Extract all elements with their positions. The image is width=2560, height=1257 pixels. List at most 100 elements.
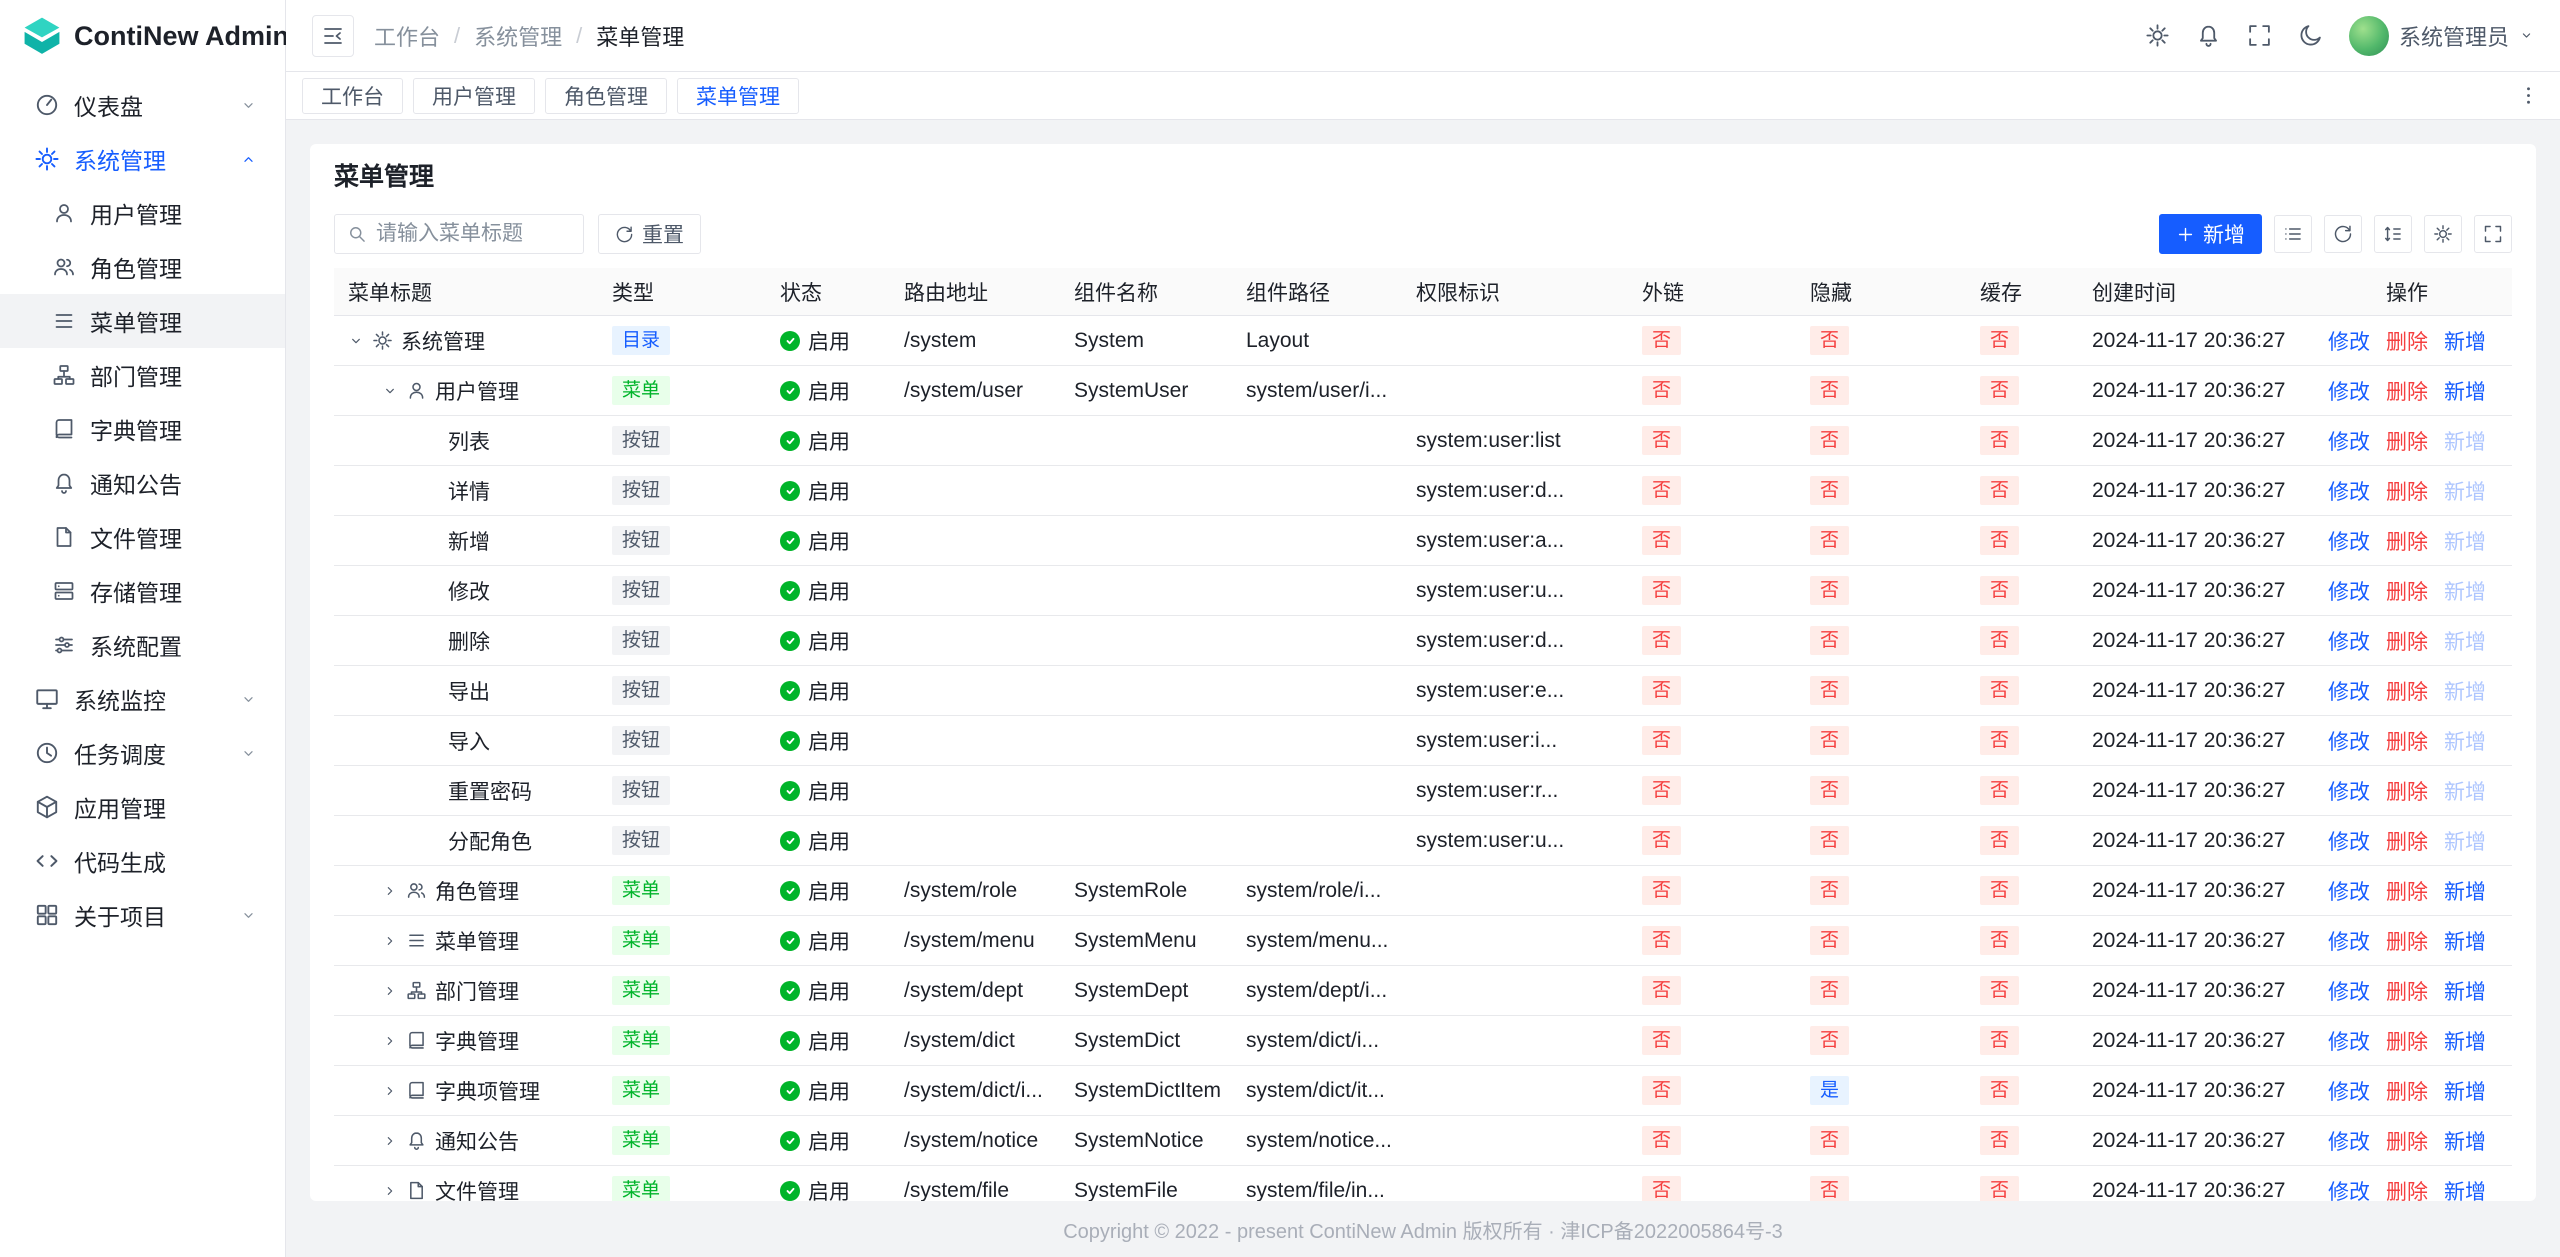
delete-action[interactable]: 删除	[2386, 576, 2428, 606]
search-input[interactable]	[376, 222, 571, 246]
add-action[interactable]: 新增	[2444, 576, 2486, 606]
delete-action[interactable]: 删除	[2386, 1176, 2428, 1202]
theme-settings-button[interactable]	[2145, 23, 2170, 48]
edit-action[interactable]: 修改	[2328, 1176, 2370, 1202]
logo[interactable]: ContiNew Admin	[0, 0, 285, 72]
add-action[interactable]: 新增	[2444, 726, 2486, 756]
column-settings-button[interactable]	[2424, 215, 2462, 253]
edit-action[interactable]: 修改	[2328, 726, 2370, 756]
tab-menu[interactable]: 菜单管理	[677, 78, 799, 114]
delete-action[interactable]: 删除	[2386, 1076, 2428, 1106]
sidebar-item-dashboard[interactable]: 仪表盘	[0, 78, 285, 132]
add-action[interactable]: 新增	[2444, 1176, 2486, 1202]
row-expand-toggle[interactable]	[382, 883, 398, 899]
user-menu[interactable]: 系统管理员	[2349, 16, 2534, 56]
delete-action[interactable]: 删除	[2386, 976, 2428, 1006]
refresh-table-button[interactable]	[2324, 215, 2362, 253]
fullscreen-button[interactable]	[2247, 23, 2272, 48]
tabs-more-button[interactable]	[2513, 84, 2544, 107]
add-action[interactable]: 新增	[2444, 326, 2486, 356]
delete-action[interactable]: 删除	[2386, 626, 2428, 656]
delete-action[interactable]: 删除	[2386, 926, 2428, 956]
sidebar-collapse-button[interactable]	[312, 15, 354, 57]
tab-role[interactable]: 角色管理	[545, 78, 667, 114]
list-view-button[interactable]	[2274, 215, 2312, 253]
delete-action[interactable]: 删除	[2386, 526, 2428, 556]
edit-action[interactable]: 修改	[2328, 776, 2370, 806]
add-action[interactable]: 新增	[2444, 976, 2486, 1006]
edit-action[interactable]: 修改	[2328, 1126, 2370, 1156]
sidebar-item-notice[interactable]: 通知公告	[0, 456, 285, 510]
delete-action[interactable]: 删除	[2386, 876, 2428, 906]
notifications-button[interactable]	[2196, 23, 2221, 48]
breadcrumb-item[interactable]: 系统管理	[474, 20, 562, 52]
add-button[interactable]: 新增	[2159, 214, 2262, 254]
add-action[interactable]: 新增	[2444, 876, 2486, 906]
row-expand-toggle[interactable]	[382, 1133, 398, 1149]
delete-action[interactable]: 删除	[2386, 726, 2428, 756]
edit-action[interactable]: 修改	[2328, 526, 2370, 556]
sidebar-item-user[interactable]: 用户管理	[0, 186, 285, 240]
delete-action[interactable]: 删除	[2386, 826, 2428, 856]
add-action[interactable]: 新增	[2444, 526, 2486, 556]
edit-action[interactable]: 修改	[2328, 1076, 2370, 1106]
add-action[interactable]: 新增	[2444, 826, 2486, 856]
add-action[interactable]: 新增	[2444, 1076, 2486, 1106]
add-action[interactable]: 新增	[2444, 776, 2486, 806]
edit-action[interactable]: 修改	[2328, 976, 2370, 1006]
sidebar-item-file[interactable]: 文件管理	[0, 510, 285, 564]
edit-action[interactable]: 修改	[2328, 326, 2370, 356]
edit-action[interactable]: 修改	[2328, 576, 2370, 606]
add-action[interactable]: 新增	[2444, 626, 2486, 656]
row-height-button[interactable]	[2374, 215, 2412, 253]
sidebar-item-config[interactable]: 系统配置	[0, 618, 285, 672]
sidebar-item-app-manage[interactable]: 应用管理	[0, 780, 285, 834]
row-expand-toggle[interactable]	[382, 1083, 398, 1099]
table-fullscreen-button[interactable]	[2474, 215, 2512, 253]
row-expand-toggle[interactable]	[382, 1183, 398, 1199]
tab-user[interactable]: 用户管理	[413, 78, 535, 114]
delete-action[interactable]: 删除	[2386, 1026, 2428, 1056]
edit-action[interactable]: 修改	[2328, 926, 2370, 956]
sidebar-item-role[interactable]: 角色管理	[0, 240, 285, 294]
edit-action[interactable]: 修改	[2328, 626, 2370, 656]
edit-action[interactable]: 修改	[2328, 826, 2370, 856]
row-expand-toggle[interactable]	[382, 383, 398, 399]
edit-action[interactable]: 修改	[2328, 426, 2370, 456]
sidebar-item-storage[interactable]: 存储管理	[0, 564, 285, 618]
sidebar-item-dict[interactable]: 字典管理	[0, 402, 285, 456]
row-expand-toggle[interactable]	[348, 333, 364, 349]
delete-action[interactable]: 删除	[2386, 326, 2428, 356]
add-action[interactable]: 新增	[2444, 1126, 2486, 1156]
add-action[interactable]: 新增	[2444, 676, 2486, 706]
reset-button[interactable]: 重置	[598, 214, 701, 254]
delete-action[interactable]: 删除	[2386, 476, 2428, 506]
add-action[interactable]: 新增	[2444, 1026, 2486, 1056]
edit-action[interactable]: 修改	[2328, 376, 2370, 406]
sidebar-item-codegen[interactable]: 代码生成	[0, 834, 285, 888]
tab-workbench[interactable]: 工作台	[302, 78, 403, 114]
sidebar-item-schedule[interactable]: 任务调度	[0, 726, 285, 780]
row-expand-toggle[interactable]	[382, 983, 398, 999]
edit-action[interactable]: 修改	[2328, 876, 2370, 906]
sidebar-item-system[interactable]: 系统管理	[0, 132, 285, 186]
edit-action[interactable]: 修改	[2328, 1026, 2370, 1056]
dark-mode-button[interactable]	[2298, 23, 2323, 48]
sidebar-item-monitor[interactable]: 系统监控	[0, 672, 285, 726]
delete-action[interactable]: 删除	[2386, 426, 2428, 456]
edit-action[interactable]: 修改	[2328, 676, 2370, 706]
delete-action[interactable]: 删除	[2386, 376, 2428, 406]
delete-action[interactable]: 删除	[2386, 776, 2428, 806]
add-action[interactable]: 新增	[2444, 476, 2486, 506]
add-action[interactable]: 新增	[2444, 926, 2486, 956]
delete-action[interactable]: 删除	[2386, 1126, 2428, 1156]
add-action[interactable]: 新增	[2444, 426, 2486, 456]
breadcrumb-item[interactable]: 工作台	[374, 20, 440, 52]
breadcrumb-item[interactable]: 菜单管理	[596, 20, 684, 52]
add-action[interactable]: 新增	[2444, 376, 2486, 406]
sidebar-item-menu[interactable]: 菜单管理	[0, 294, 285, 348]
row-expand-toggle[interactable]	[382, 933, 398, 949]
sidebar-item-dept[interactable]: 部门管理	[0, 348, 285, 402]
delete-action[interactable]: 删除	[2386, 676, 2428, 706]
edit-action[interactable]: 修改	[2328, 476, 2370, 506]
